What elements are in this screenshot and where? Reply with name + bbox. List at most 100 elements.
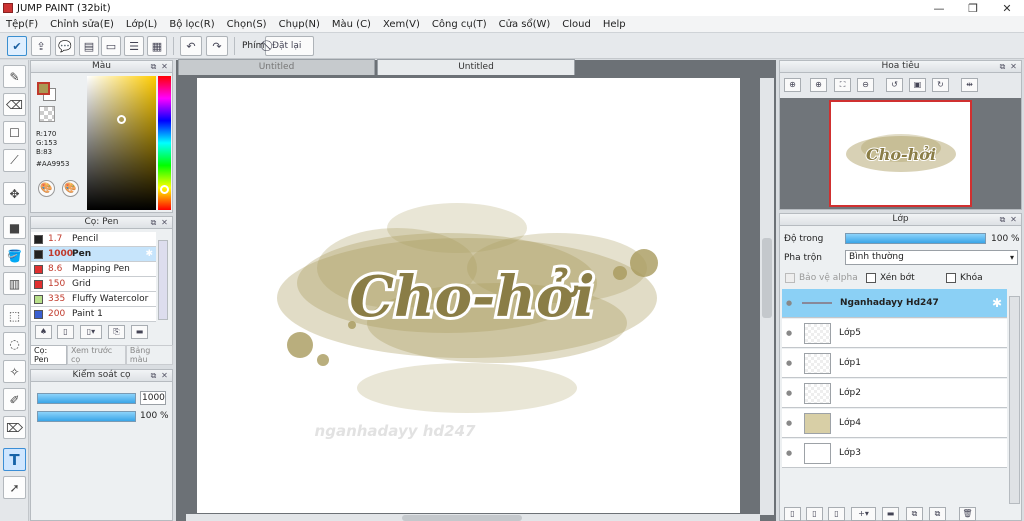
duplicate-layer-icon[interactable]: ⧉ <box>906 507 923 521</box>
gradient-tool-icon[interactable]: ▥ <box>3 272 26 295</box>
menu-layer[interactable]: Lớp(L) <box>120 19 163 30</box>
visibility-icon[interactable]: ● <box>782 449 796 457</box>
folder-icon[interactable]: ▬ <box>131 325 148 339</box>
rect-tool-icon[interactable]: ☐ <box>3 121 26 144</box>
protect-alpha-checkbox[interactable] <box>785 273 795 283</box>
menu-tools[interactable]: Công cụ(T) <box>426 19 493 30</box>
layer-opacity-slider[interactable] <box>845 233 986 244</box>
trash-icon[interactable]: 🗑 <box>959 507 976 521</box>
close-button[interactable]: ✕ <box>990 2 1024 15</box>
menu-help[interactable]: Help <box>597 19 632 30</box>
visibility-icon[interactable]: ● <box>782 299 796 307</box>
menu-select[interactable]: Chọn(S) <box>221 19 273 30</box>
float-icon[interactable]: ⧉ <box>149 62 158 71</box>
layer-row[interactable]: ● Lớp5 <box>782 319 1007 348</box>
hue-handle[interactable] <box>160 185 169 194</box>
new-layer-type-icon[interactable]: ▯ <box>806 507 823 521</box>
brush-row[interactable]: 200 Paint 1 <box>31 307 156 322</box>
palette-edit-icon[interactable]: 🎨 <box>62 180 79 197</box>
eraser-tool-icon[interactable]: ⌫ <box>3 93 26 116</box>
vertical-scrollbar[interactable] <box>760 78 774 515</box>
brush-add-icon[interactable]: ♠ <box>35 325 52 339</box>
layer-row[interactable]: ● Lớp1 <box>782 349 1007 378</box>
visibility-icon[interactable]: ● <box>782 329 796 337</box>
menu-color[interactable]: Màu (C) <box>326 19 377 30</box>
magic-wand-icon[interactable]: ✧ <box>3 360 26 383</box>
new-layer-icon[interactable]: ▯ <box>784 507 801 521</box>
close-icon[interactable]: ✕ <box>160 218 169 227</box>
navigator-preview[interactable]: Cho-hởi <box>829 100 972 207</box>
line-tool-icon[interactable]: ⟋ <box>3 149 26 172</box>
gear-icon[interactable]: ✱ <box>145 249 153 259</box>
menu-filter[interactable]: Bộ lọc(R) <box>163 19 220 30</box>
rotate-left-icon[interactable]: ↺ <box>886 78 903 92</box>
copy-brush-icon[interactable]: ⎘ <box>108 325 125 339</box>
zoom-out-icon[interactable]: ⊖ <box>857 78 874 92</box>
layer-row[interactable]: ● Lớp2 <box>782 379 1007 408</box>
close-icon[interactable]: ✕ <box>160 371 169 380</box>
new-halftone-layer-icon[interactable]: ▯ <box>828 507 845 521</box>
blend-mode-select[interactable]: Bình thường ▾ <box>845 250 1018 265</box>
brush-row[interactable]: 8.6 Mapping Pen <box>31 262 156 277</box>
zoom-fit-icon[interactable]: ⊕ <box>784 78 801 92</box>
size-slider[interactable] <box>37 393 136 404</box>
fill-rect-tool-icon[interactable]: ■ <box>3 216 26 239</box>
close-icon[interactable]: ✕ <box>1009 62 1018 71</box>
comment-icon[interactable]: 💬 <box>55 36 75 56</box>
select-eraser-icon[interactable]: ⌦ <box>3 416 26 439</box>
zoom-in-icon[interactable]: ⊕ <box>810 78 827 92</box>
size-input[interactable]: 1000 <box>140 391 166 405</box>
brush-menu-icon[interactable]: ▯▾ <box>80 325 102 339</box>
visibility-icon[interactable]: ● <box>782 359 796 367</box>
pointer-tool-icon[interactable]: ➚ <box>3 476 26 499</box>
note-icon[interactable]: ▤ <box>79 36 99 56</box>
menu-cloud[interactable]: Cloud <box>556 19 597 30</box>
layer-folder-icon[interactable]: ▬ <box>882 507 899 521</box>
menu-capture[interactable]: Chụp(N) <box>273 19 326 30</box>
visibility-icon[interactable]: ● <box>782 419 796 427</box>
horizontal-scrollbar[interactable] <box>186 514 760 521</box>
vertical-scroll-thumb[interactable] <box>762 238 772 318</box>
move-tool-icon[interactable]: ✥ <box>3 182 26 205</box>
select-pen-icon[interactable]: ✐ <box>3 388 26 411</box>
merge-layer-icon[interactable]: ⧉ <box>929 507 946 521</box>
canvas-paper[interactable]: Cho-hởi nganhadayy hd247 <box>197 78 740 513</box>
lock-checkbox[interactable] <box>946 273 956 283</box>
tab-brush[interactable]: Cọ: Pen <box>30 345 67 365</box>
float-icon[interactable]: ⧉ <box>149 218 158 227</box>
lasso-tool-icon[interactable]: ◌ <box>3 332 26 355</box>
float-icon[interactable]: ⧉ <box>149 371 158 380</box>
list-icon[interactable]: ☰ <box>124 36 144 56</box>
menu-file[interactable]: Tệp(F) <box>0 19 44 30</box>
menu-edit[interactable]: Chỉnh sửa(E) <box>44 19 120 30</box>
layer-row[interactable]: ● Lớp4 <box>782 409 1007 438</box>
visibility-icon[interactable]: ● <box>782 389 796 397</box>
opacity-slider[interactable] <box>37 411 136 422</box>
tab-brush-preview[interactable]: Xem trước cọ <box>67 345 126 365</box>
close-icon[interactable]: ✕ <box>160 62 169 71</box>
redo-icon[interactable]: ↷ <box>206 36 228 56</box>
doc-tab-1[interactable]: Untitled <box>178 59 375 75</box>
check-icon[interactable]: ✔ <box>7 36 27 56</box>
close-icon[interactable]: ✕ <box>1009 215 1018 224</box>
text-tool-icon[interactable]: T <box>3 448 26 471</box>
transparent-swatch[interactable] <box>39 106 55 122</box>
new-brush-icon[interactable]: ▯ <box>57 325 74 339</box>
menu-window[interactable]: Cửa sổ(W) <box>493 19 557 30</box>
flip-icon[interactable]: ⇹ <box>961 78 978 92</box>
brush-row[interactable]: 335 Fluffy Watercolor <box>31 292 156 307</box>
rotate-right-icon[interactable]: ↻ <box>932 78 949 92</box>
palette-icon[interactable]: 🎨 <box>38 180 55 197</box>
export-icon[interactable]: ⇪ <box>31 36 51 56</box>
bucket-tool-icon[interactable]: 🪣 <box>3 244 26 267</box>
float-icon[interactable]: ⧉ <box>998 215 1007 224</box>
layer-list-scrollbar[interactable] <box>1009 296 1020 504</box>
layer-row[interactable]: ● Lớp3 <box>782 439 1007 468</box>
brush-list-scrollbar[interactable] <box>158 240 168 320</box>
color-picker-handle[interactable] <box>117 115 126 124</box>
brush-row[interactable]: 1.7 Pencil <box>31 232 156 247</box>
menu-view[interactable]: Xem(V) <box>377 19 426 30</box>
saturation-value-picker[interactable] <box>87 76 156 210</box>
brush-row-selected[interactable]: 1000 Pen ✱ <box>31 247 156 262</box>
main-color-swatch[interactable] <box>37 82 50 95</box>
